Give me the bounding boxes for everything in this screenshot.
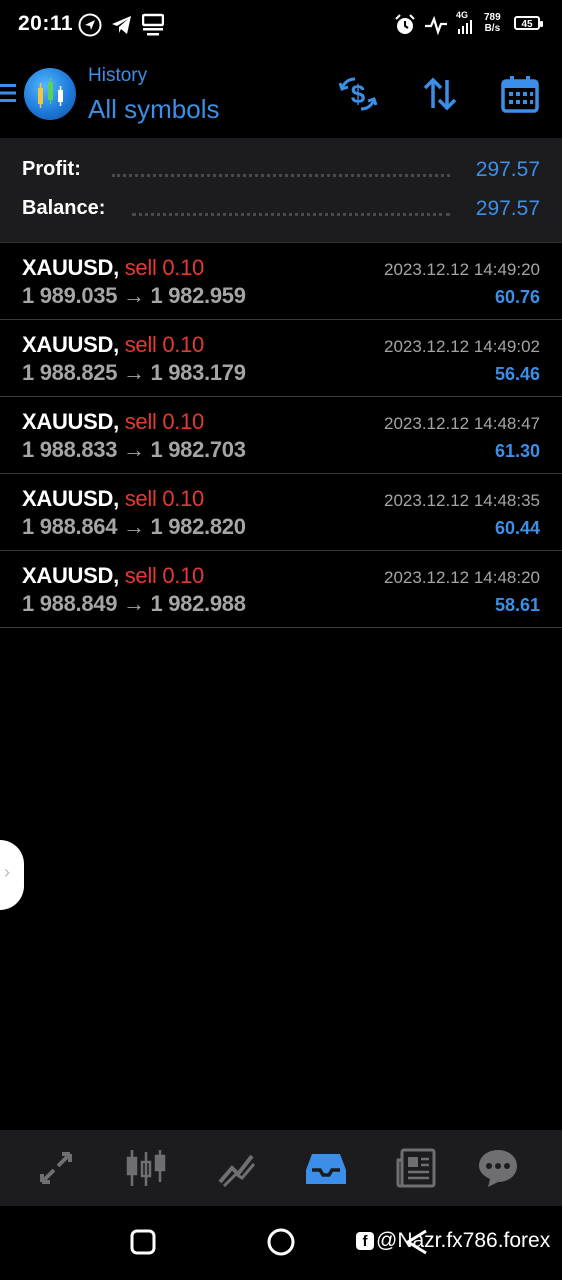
deal-symbol: XAUUSD, sell 0.10 (22, 332, 204, 358)
deal-prices: 1 988.849 → 1 982.988 (22, 591, 246, 616)
svg-text:$: $ (351, 79, 366, 109)
metatrader-logo (24, 68, 76, 120)
deal-prices: 1 988.864 → 1 982.820 (22, 514, 246, 539)
deal-symbol: XAUUSD, sell 0.10 (22, 563, 204, 589)
deal-type: sell 0.10 (124, 563, 205, 588)
deal-symbol-text: XAUUSD, (22, 563, 119, 588)
deal-time: 2023.12.12 14:49:02 (384, 337, 540, 356)
chat-icon[interactable] (476, 1146, 520, 1190)
header-title[interactable]: All symbols (88, 94, 219, 125)
deal-prices: 1 989.035 → 1 982.959 (22, 283, 246, 308)
profit-value: 297.57 (467, 158, 540, 182)
logo-chart-icon (38, 78, 63, 108)
signal-icon (458, 20, 472, 34)
deal-type: sell 0.10 (124, 255, 205, 280)
battery-level: 45 (521, 19, 533, 30)
deal-profit: 60.44 (494, 518, 540, 538)
chevron-right-icon: › (4, 862, 10, 882)
watermark: f @Nazr.fx786.forex (356, 1229, 550, 1253)
deal-type: sell 0.10 (124, 486, 205, 511)
quotes-icon[interactable] (34, 1146, 78, 1190)
watermark-text: @Nazr.fx786.forex (376, 1229, 551, 1252)
deal-row[interactable]: XAUUSD, sell 0.10 1 988.849 → 1 982.988 … (0, 551, 562, 628)
deal-profit: 56.46 (494, 364, 540, 384)
sort-button[interactable] (420, 74, 460, 114)
profit-label: Profit: (22, 158, 89, 181)
bottom-tab-bar (0, 1130, 562, 1206)
deal-prices: 1 988.833 → 1 982.703 (22, 437, 246, 462)
deal-type: sell 0.10 (124, 409, 205, 434)
deal-symbol: XAUUSD, sell 0.10 (22, 486, 204, 512)
deal-row[interactable]: XAUUSD, sell 0.10 1 988.864 → 1 982.820 … (0, 474, 562, 551)
deal-prices: 1 988.825 → 1 983.179 (22, 360, 246, 385)
deal-profit: 61.30 (494, 441, 540, 461)
activity-pulse-icon (425, 15, 447, 36)
deal-row[interactable]: XAUUSD, sell 0.10 1 989.035 → 1 982.959 … (0, 243, 562, 320)
signal-4g-indicator: 4G (456, 10, 476, 36)
deal-symbol-text: XAUUSD, (22, 255, 119, 280)
deal-profit: 60.76 (494, 287, 540, 307)
deal-profit: 58.61 (494, 595, 540, 615)
deal-time: 2023.12.12 14:48:20 (384, 568, 540, 587)
status-bar: 20:11 4G 789 B/s 45 (0, 0, 562, 50)
profit-row: Profit: 297.57 (22, 158, 540, 188)
menu-icon[interactable] (0, 81, 18, 105)
telegram-icon (112, 16, 131, 34)
notification-list-icon (142, 13, 164, 36)
dotted-leader (112, 174, 450, 177)
navigation-arrow-icon (78, 13, 102, 37)
net-speed-unit: B/s (484, 23, 501, 34)
battery-icon: 45 (514, 16, 543, 30)
dotted-leader (132, 213, 450, 216)
network-type-label: 4G (456, 10, 469, 20)
history-summary: Profit: 297.57 Balance: 297.57 (0, 138, 562, 243)
net-speed-value: 789 (484, 12, 501, 23)
alarm-icon (395, 14, 415, 34)
history-inbox-icon[interactable] (304, 1146, 348, 1190)
balance-row: Balance: 297.57 (22, 197, 540, 227)
balance-value: 297.57 (467, 197, 540, 221)
deal-time: 2023.12.12 14:49:20 (384, 260, 540, 279)
status-time: 20:11 (18, 12, 74, 35)
deal-row[interactable]: XAUUSD, sell 0.10 1 988.825 → 1 983.179 … (0, 320, 562, 397)
chart-candles-icon[interactable] (124, 1146, 168, 1190)
home-button[interactable] (266, 1227, 296, 1257)
news-icon[interactable] (394, 1146, 438, 1190)
deal-symbol-text: XAUUSD, (22, 332, 119, 357)
deposit-withdraw-button[interactable]: $ (338, 74, 378, 114)
deal-type: sell 0.10 (124, 332, 205, 357)
deal-symbol: XAUUSD, sell 0.10 (22, 255, 204, 281)
trade-icon[interactable] (214, 1146, 258, 1190)
deals-list: XAUUSD, sell 0.10 1 989.035 → 1 982.959 … (0, 243, 562, 628)
facebook-icon: f (356, 1232, 374, 1250)
deal-symbol-text: XAUUSD, (22, 409, 119, 434)
deal-symbol-text: XAUUSD, (22, 486, 119, 511)
side-drawer-handle[interactable]: › (0, 840, 24, 910)
net-speed: 789 B/s (484, 12, 501, 34)
deal-time: 2023.12.12 14:48:35 (384, 491, 540, 510)
deal-row[interactable]: XAUUSD, sell 0.10 1 988.833 → 1 982.703 … (0, 397, 562, 474)
balance-label: Balance: (22, 197, 114, 220)
header-subtitle: History (88, 65, 148, 86)
recents-button[interactable] (130, 1229, 156, 1255)
deal-time: 2023.12.12 14:48:47 (384, 414, 540, 433)
deal-symbol: XAUUSD, sell 0.10 (22, 409, 204, 435)
calendar-button[interactable] (500, 74, 540, 114)
app-header: History All symbols $ (0, 50, 562, 138)
